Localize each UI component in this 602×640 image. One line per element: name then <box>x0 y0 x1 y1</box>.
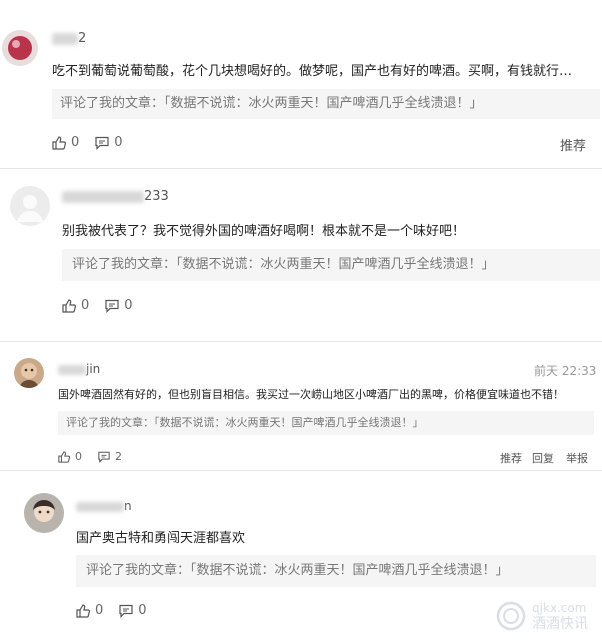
report-link[interactable]: 举报 <box>566 450 588 466</box>
watermark-domain: qjkx.com <box>532 601 587 615</box>
like-count: 0 <box>75 450 82 463</box>
comment-text: 国外啤酒固然有好的，但也别盲目相信。我买过一次崂山地区小啤酒厂出的黑啤，价格便宜… <box>58 388 564 401</box>
quoted-article[interactable]: 评论了我的文章：「数据不说谎：冰火两重天！国产啤酒几乎全线溃退！」 <box>76 555 596 587</box>
redacted-name <box>76 501 124 512</box>
reply-count-button[interactable]: 2 <box>98 450 122 463</box>
avatar-image <box>24 493 64 533</box>
comment-actions: 0 0 <box>76 603 163 618</box>
comment-text: 别我被代表了？我不觉得外国的啤酒好喝啊！根本就不是一个味好吧！ <box>62 224 466 239</box>
reply-count-button[interactable]: 0 <box>119 603 147 618</box>
avatar[interactable] <box>14 358 44 388</box>
reply-count-button[interactable]: 0 <box>105 298 133 313</box>
thumbs-up-icon <box>58 450 70 463</box>
redacted-name <box>62 190 144 203</box>
avatar-image <box>2 30 38 66</box>
comment-icon <box>98 451 110 463</box>
quoted-article[interactable]: 评论了我的文章：「数据不说谎：冰火两重天！国产啤酒几乎全线溃退！」 <box>52 89 600 119</box>
quoted-article[interactable]: 评论了我的文章：「数据不说谎：冰火两重天！国产啤酒几乎全线溃退！」 <box>58 411 594 435</box>
divider <box>0 470 602 471</box>
watermark-brand: 酒酒快讯 <box>532 616 588 632</box>
comment-text: 国产奥古特和勇闯天涯都喜欢 <box>76 531 246 546</box>
comment-icon <box>105 299 119 313</box>
comment-card: 233 别我被代表了？我不觉得外国的啤酒好喝啊！根本就不是一个味好吧！ 评论了我… <box>0 169 602 341</box>
watermark: qjkx.com 酒酒快讯 <box>496 600 588 632</box>
comment-actions: 0 0 <box>52 135 139 150</box>
comment-actions: 0 0 <box>62 298 149 313</box>
watermark-logo-icon <box>496 601 526 631</box>
watermark-text: qjkx.com 酒酒快讯 <box>532 600 588 632</box>
comment-text: 吃不到葡萄说葡萄酸，花个几块想喝好的。做梦呢，国产也有好的啤酒。买啊，有钱就行… <box>52 64 573 79</box>
username[interactable]: jin <box>58 362 100 376</box>
username[interactable]: 2 <box>52 31 86 46</box>
like-button[interactable]: 0 <box>52 135 79 150</box>
avatar[interactable] <box>10 186 50 226</box>
thumbs-up-icon <box>76 603 90 618</box>
like-count: 0 <box>95 603 104 618</box>
reply-count: 0 <box>138 603 147 618</box>
recommend-link[interactable]: 推荐 <box>500 450 522 466</box>
avatar[interactable] <box>24 493 64 533</box>
timestamp: 前天 22:33 <box>534 364 597 378</box>
redacted-name <box>58 364 86 375</box>
avatar[interactable] <box>2 30 38 66</box>
thumbs-up-icon <box>62 298 76 313</box>
comment-icon <box>119 604 133 618</box>
reply-count: 0 <box>114 135 123 150</box>
like-count: 0 <box>81 298 90 313</box>
like-button[interactable]: 0 <box>58 450 82 463</box>
reply-count-button[interactable]: 0 <box>95 135 123 150</box>
reply-count: 0 <box>124 298 133 313</box>
recommend-link[interactable]: 推荐 <box>560 135 586 154</box>
comment-icon <box>95 136 109 150</box>
quoted-article[interactable]: 评论了我的文章：「数据不说谎：冰火两重天！国产啤酒几乎全线溃退！」 <box>62 249 600 281</box>
username[interactable]: n <box>76 499 132 513</box>
reply-link[interactable]: 回复 <box>532 450 554 466</box>
default-avatar-icon <box>10 186 50 226</box>
avatar-image <box>14 358 44 388</box>
thumbs-up-icon <box>52 135 66 150</box>
redacted-name <box>52 32 78 45</box>
comment-card: 2 吃不到葡萄说葡萄酸，花个几块想喝好的。做梦呢，国产也有好的啤酒。买啊，有钱就… <box>0 0 602 168</box>
like-count: 0 <box>71 135 80 150</box>
like-button[interactable]: 0 <box>62 298 89 313</box>
reply-count: 2 <box>115 450 122 463</box>
like-button[interactable]: 0 <box>76 603 103 618</box>
comment-actions: 0 2 <box>58 450 138 463</box>
username[interactable]: 233 <box>62 189 169 204</box>
comment-card: jin 前天 22:33 国外啤酒固然有好的，但也别盲目相信。我买过一次崂山地区… <box>0 342 602 470</box>
